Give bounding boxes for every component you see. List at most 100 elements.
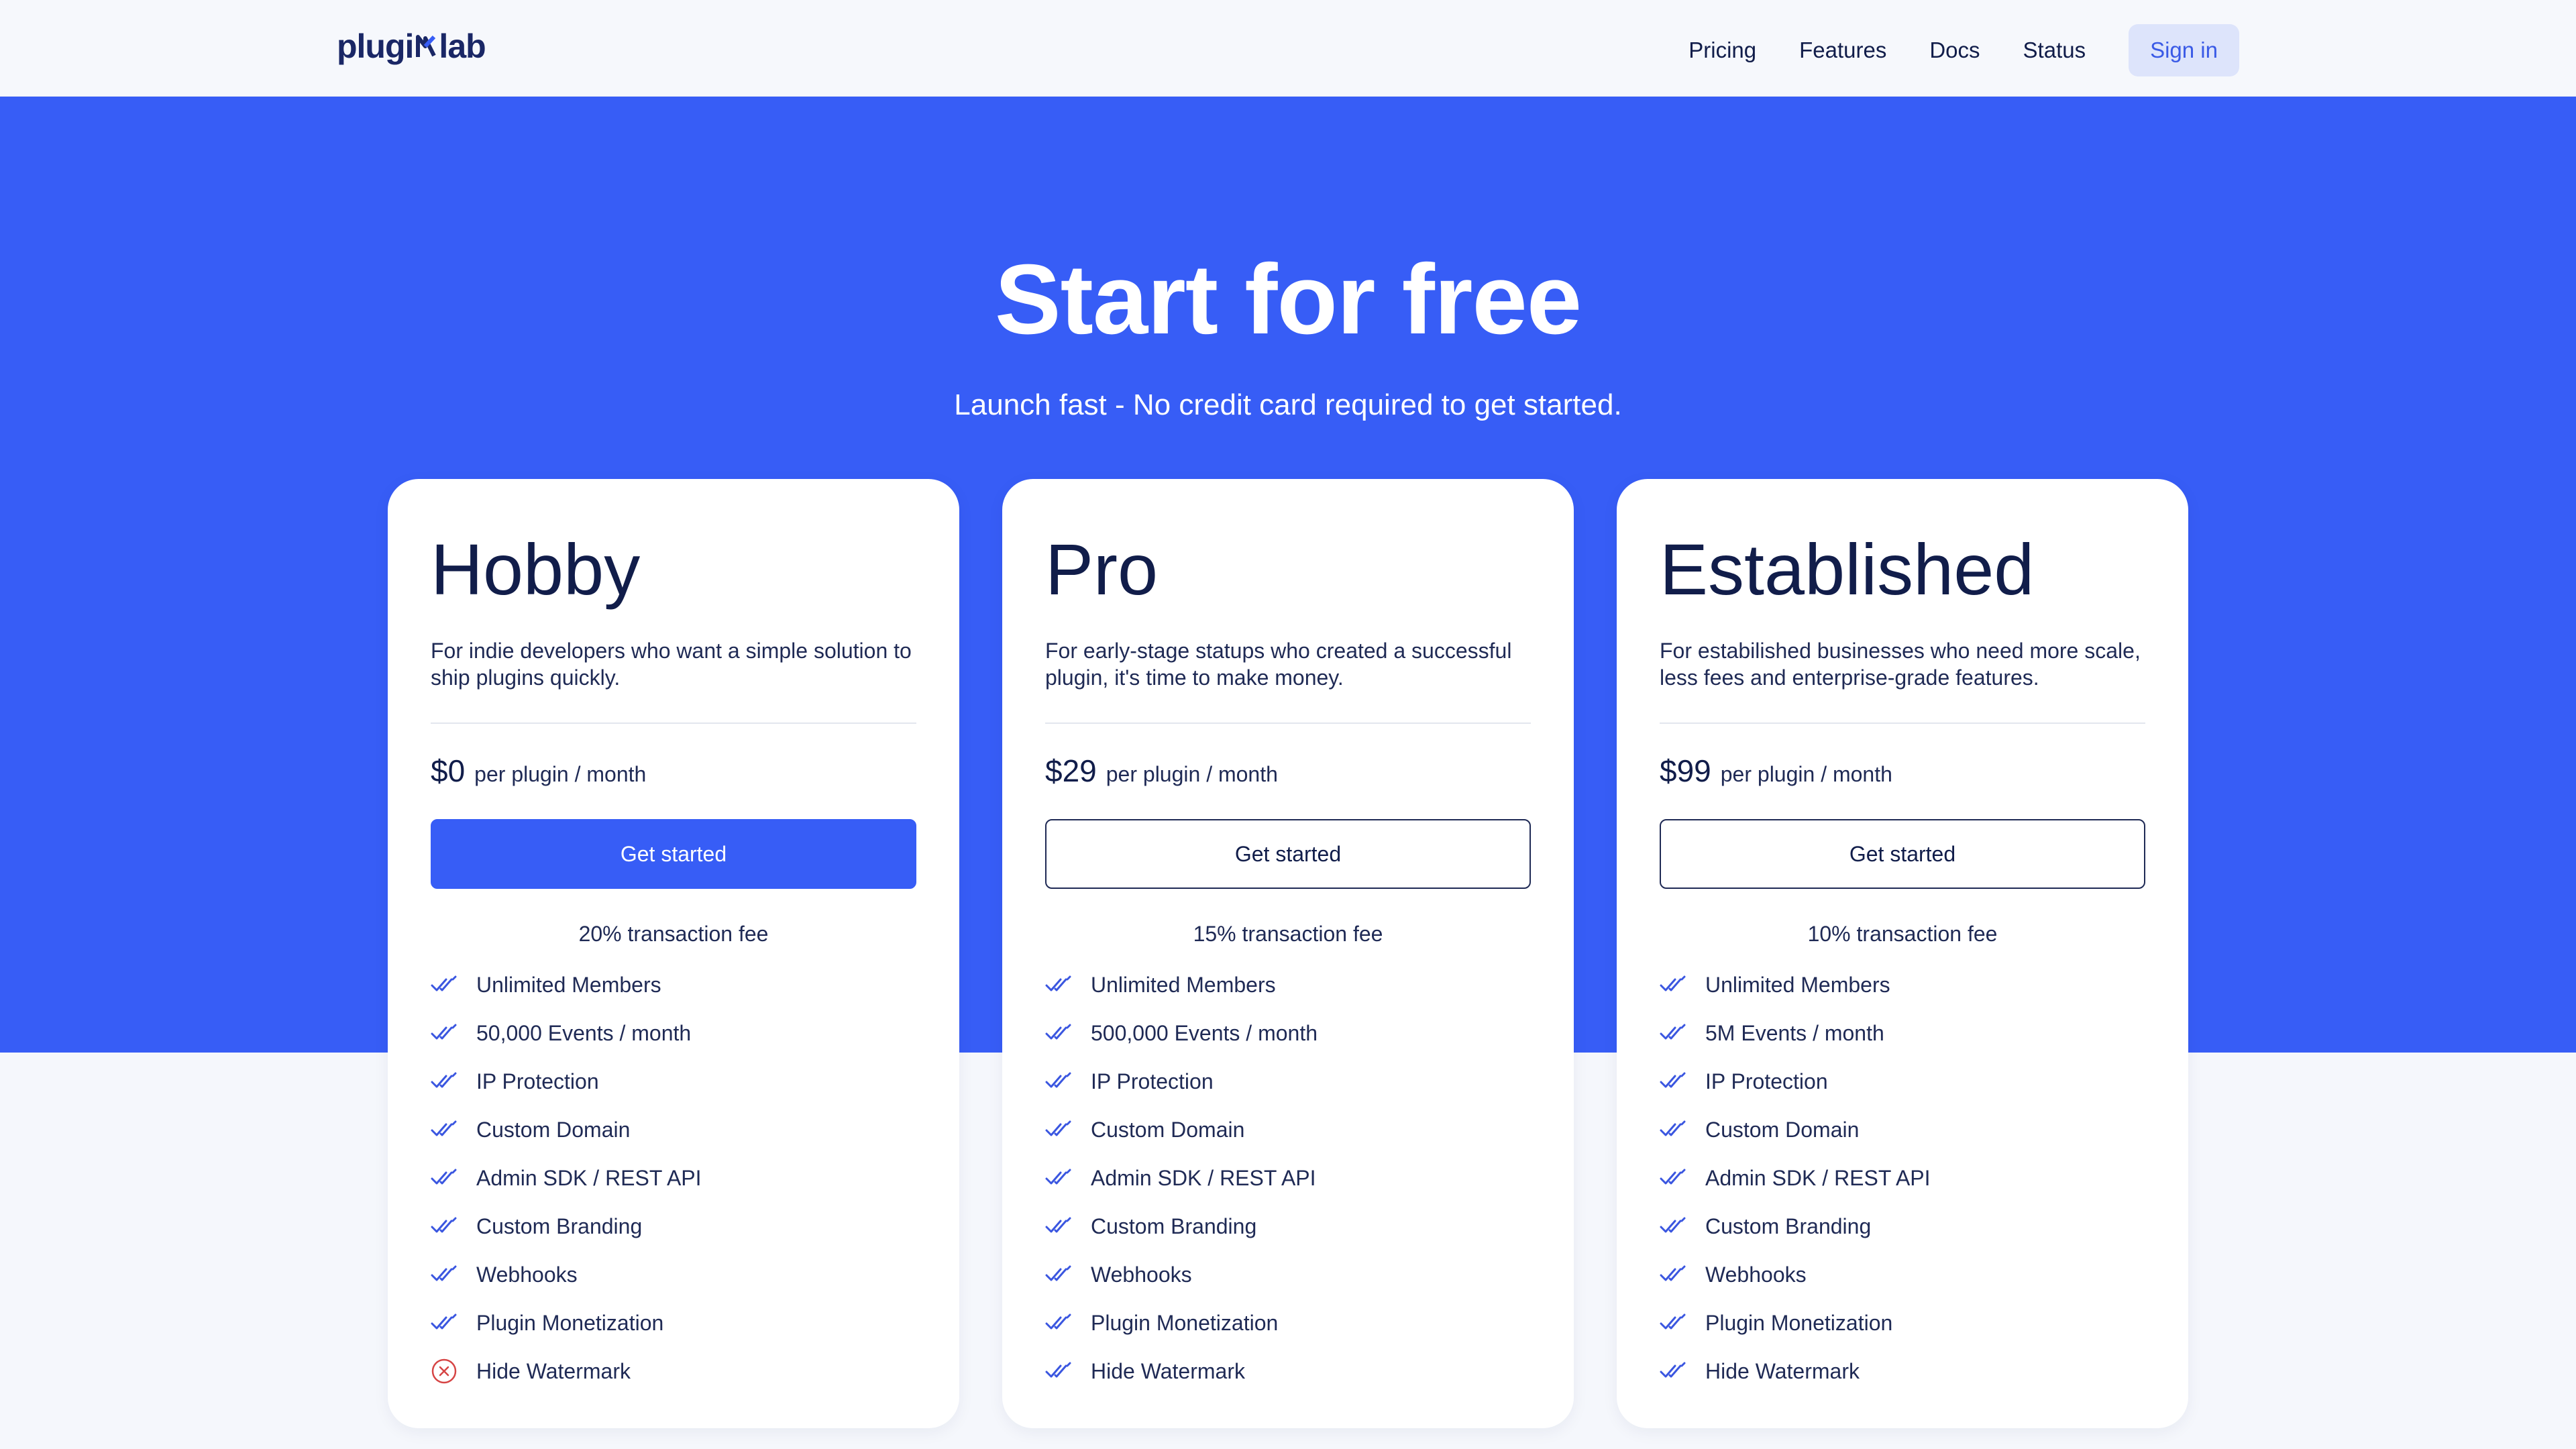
feature-item: Unlimited Members <box>431 961 916 1009</box>
double-check-icon <box>1045 1066 1076 1097</box>
sign-in-button[interactable]: Sign in <box>2129 24 2239 76</box>
feature-item: 50,000 Events / month <box>431 1009 916 1057</box>
double-check-icon <box>1660 969 1690 1000</box>
double-check-icon <box>1045 1307 1076 1338</box>
double-check-icon <box>1045 1163 1076 1193</box>
double-check-icon <box>1045 1356 1076 1387</box>
feature-label: IP Protection <box>476 1069 599 1093</box>
feature-item: Custom Domain <box>431 1106 916 1154</box>
double-check-icon <box>1660 1066 1690 1097</box>
feature-item: Custom Branding <box>1660 1202 2145 1250</box>
feature-list: Unlimited Members 50,000 Events / month IP… <box>431 961 916 1395</box>
double-check-icon <box>1660 1163 1690 1193</box>
pluginlab-logo[interactable]: plugi lab <box>337 27 486 66</box>
feature-item: 5M Events / month <box>1660 1009 2145 1057</box>
top-navigation: plugi lab Pricing Features Docs Status S… <box>0 0 2576 97</box>
price-unit: per plugin / month <box>1720 762 1892 786</box>
x-circle-icon <box>431 1356 462 1387</box>
double-check-icon <box>431 1163 462 1193</box>
feature-item: Custom Domain <box>1660 1106 2145 1154</box>
feature-label: Admin SDK / REST API <box>476 1165 702 1190</box>
double-check-icon <box>1660 1018 1690 1049</box>
feature-label: Webhooks <box>1705 1262 1807 1287</box>
double-check-icon <box>1045 969 1076 1000</box>
transaction-fee: 15% transaction fee <box>1193 922 1383 946</box>
double-check-icon <box>1660 1211 1690 1242</box>
plan-name: Hobby <box>431 529 641 610</box>
price-row: $99 per plugin / month <box>1660 753 1892 789</box>
plan-price: $99 <box>1660 753 1711 788</box>
feature-label: IP Protection <box>1091 1069 1214 1093</box>
feature-item: Unlimited Members <box>1660 961 2145 1009</box>
get-started-button[interactable]: Get started <box>1045 819 1531 889</box>
feature-label: 5M Events / month <box>1705 1020 1884 1045</box>
feature-label: Custom Domain <box>476 1117 631 1142</box>
feature-label: Custom Branding <box>476 1214 643 1238</box>
double-check-icon <box>431 1066 462 1097</box>
double-check-icon <box>431 1114 462 1145</box>
feature-item: IP Protection <box>1660 1057 2145 1106</box>
feature-item: Custom Branding <box>1045 1202 1531 1250</box>
logo-mark-icon <box>416 35 437 57</box>
feature-label: Unlimited Members <box>476 972 661 997</box>
double-check-icon <box>1045 1018 1076 1049</box>
feature-item: Webhooks <box>431 1250 916 1299</box>
double-check-icon <box>431 1211 462 1242</box>
feature-item: Plugin Monetization <box>431 1299 916 1347</box>
nav-link-features[interactable]: Features <box>1799 38 1886 63</box>
feature-label: Hide Watermark <box>476 1358 631 1383</box>
nav-link-status[interactable]: Status <box>2023 38 2086 63</box>
price-unit: per plugin / month <box>1106 762 1278 786</box>
feature-label: Custom Domain <box>1091 1117 1245 1142</box>
double-check-icon <box>1660 1356 1690 1387</box>
feature-label: Admin SDK / REST API <box>1705 1165 1931 1190</box>
feature-item: Hide Watermark <box>1045 1347 1531 1395</box>
price-row: $0 per plugin / month <box>431 753 646 789</box>
get-started-button[interactable]: Get started <box>1660 819 2145 889</box>
plan-name: Established <box>1660 529 2035 610</box>
feature-label: Plugin Monetization <box>476 1310 664 1335</box>
pricing-card-established: Established For estabilished businesses w… <box>1617 479 2188 1428</box>
feature-list: Unlimited Members 5M Events / month IP Pro… <box>1660 961 2145 1395</box>
feature-item: Admin SDK / REST API <box>1045 1154 1531 1202</box>
feature-item: Webhooks <box>1660 1250 2145 1299</box>
double-check-icon <box>1045 1211 1076 1242</box>
feature-label: 500,000 Events / month <box>1091 1020 1318 1045</box>
get-started-button[interactable]: Get started <box>431 819 916 889</box>
double-check-icon <box>431 1018 462 1049</box>
double-check-icon <box>431 1307 462 1338</box>
feature-label: Custom Domain <box>1705 1117 1860 1142</box>
price-row: $29 per plugin / month <box>1045 753 1278 789</box>
nav-links: Pricing Features Docs Status Sign in <box>1688 24 2239 76</box>
feature-item: Hide Watermark <box>431 1347 916 1395</box>
transaction-fee: 20% transaction fee <box>578 922 769 946</box>
divider <box>431 722 916 724</box>
plan-name: Pro <box>1045 529 1159 610</box>
feature-item: Hide Watermark <box>1660 1347 2145 1395</box>
nav-link-pricing[interactable]: Pricing <box>1688 38 1756 63</box>
double-check-icon <box>1660 1307 1690 1338</box>
double-check-icon <box>431 969 462 1000</box>
pricing-card-hobby: Hobby For indie developers who want a sim… <box>388 479 959 1428</box>
double-check-icon <box>431 1259 462 1290</box>
logo-text-right: lab <box>439 28 486 65</box>
feature-label: Plugin Monetization <box>1091 1310 1279 1335</box>
feature-label: Webhooks <box>1091 1262 1192 1287</box>
feature-label: 50,000 Events / month <box>476 1020 692 1045</box>
plan-description: For early-stage statups who created a su… <box>1045 639 1512 690</box>
feature-label: Custom Branding <box>1091 1214 1257 1238</box>
plan-price: $0 <box>431 753 466 788</box>
feature-item: Webhooks <box>1045 1250 1531 1299</box>
feature-item: Custom Branding <box>431 1202 916 1250</box>
pricing-card-pro: Pro For early-stage statups who created a… <box>1002 479 1574 1428</box>
plan-price: $29 <box>1045 753 1097 788</box>
feature-label: Plugin Monetization <box>1705 1310 1893 1335</box>
feature-label: Custom Branding <box>1705 1214 1872 1238</box>
nav-link-docs[interactable]: Docs <box>1929 38 1980 63</box>
feature-item: IP Protection <box>1045 1057 1531 1106</box>
hero-title: Start for free <box>994 244 1582 355</box>
double-check-icon <box>1660 1259 1690 1290</box>
double-check-icon <box>1045 1114 1076 1145</box>
feature-label: Admin SDK / REST API <box>1091 1165 1316 1190</box>
feature-item: Plugin Monetization <box>1045 1299 1531 1347</box>
